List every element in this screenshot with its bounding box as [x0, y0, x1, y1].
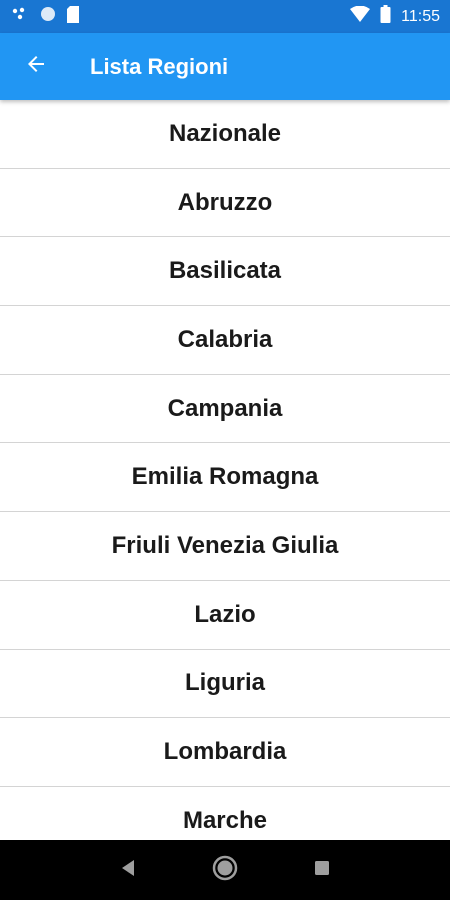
status-bar-right: 11:55 — [350, 5, 440, 28]
circle-icon — [40, 6, 56, 27]
status-bar-left — [12, 5, 80, 28]
list-item-emilia-romagna[interactable]: Emilia Romagna — [0, 443, 450, 513]
list-item-basilicata[interactable]: Basilicata — [0, 237, 450, 307]
battery-icon — [380, 5, 391, 28]
wifi-icon — [350, 5, 371, 27]
regions-list[interactable]: Nazionale Abruzzo Basilicata Calabria Ca… — [0, 100, 450, 840]
nav-back-button[interactable] — [103, 845, 153, 895]
list-item-nazionale[interactable]: Nazionale — [0, 100, 450, 169]
list-item-marche[interactable]: Marche — [0, 787, 450, 840]
list-item-abruzzo[interactable]: Abruzzo — [0, 169, 450, 238]
status-time: 11:55 — [401, 7, 440, 25]
app-bar: Lista Regioni — [0, 33, 450, 100]
nav-home-button[interactable] — [200, 845, 250, 895]
home-circle-icon — [212, 855, 238, 886]
back-button[interactable] — [0, 33, 72, 100]
list-item-calabria[interactable]: Calabria — [0, 306, 450, 375]
system-nav-bar — [0, 840, 450, 900]
list-item-liguria[interactable]: Liguria — [0, 650, 450, 719]
page-title: Lista Regioni — [90, 53, 229, 79]
arrow-left-icon — [24, 52, 48, 81]
notification-dots-icon — [12, 7, 30, 26]
list-item-lazio[interactable]: Lazio — [0, 581, 450, 650]
sd-card-icon — [66, 5, 80, 28]
nav-recents-button[interactable] — [297, 845, 347, 895]
recents-square-icon — [314, 860, 330, 881]
status-bar: 11:55 — [0, 0, 450, 33]
back-triangle-icon — [120, 859, 136, 882]
list-item-campania[interactable]: Campania — [0, 375, 450, 444]
list-item-lombardia[interactable]: Lombardia — [0, 718, 450, 787]
list-item-friuli-venezia-giulia[interactable]: Friuli Venezia Giulia — [0, 512, 450, 581]
